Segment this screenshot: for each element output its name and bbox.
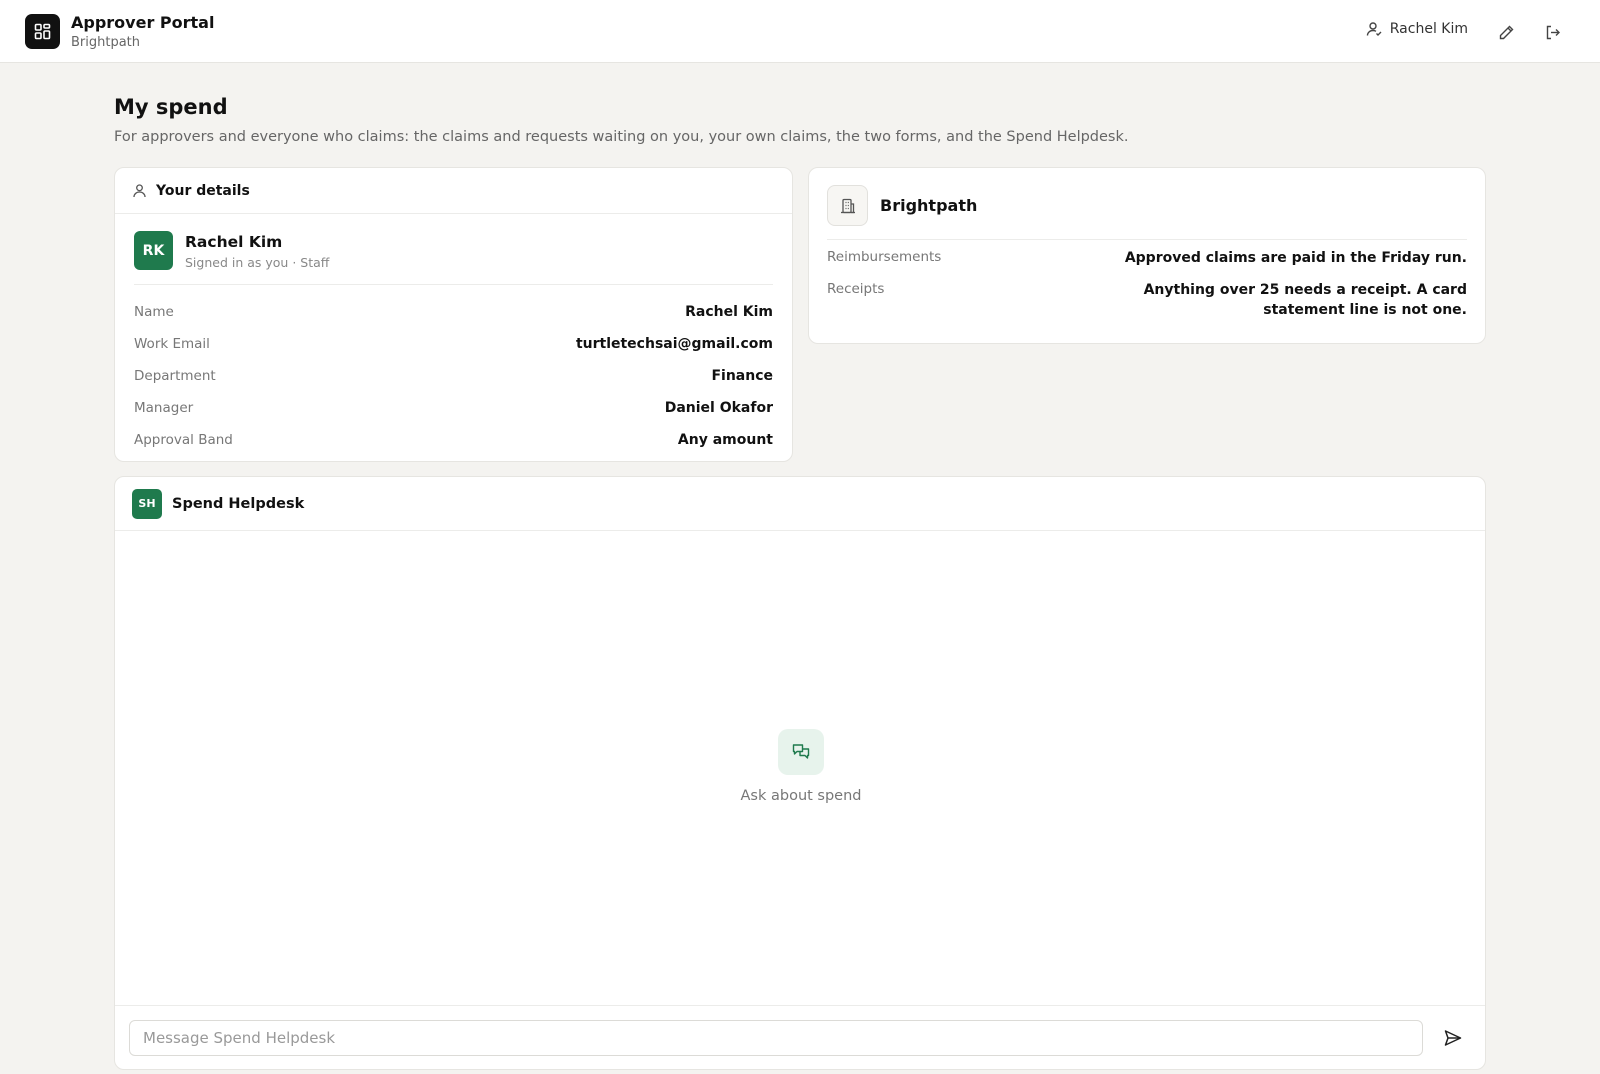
spend-helpdesk-panel: SH Spend Helpdesk Ask about spend (114, 476, 1486, 1070)
user-icon (1366, 22, 1382, 36)
detail-row-email: Work Email turtletechsai@gmail.com (134, 334, 773, 354)
detail-row-department: Department Finance (134, 366, 773, 386)
user-name: Rachel Kim (1389, 21, 1468, 37)
helpdesk-title: Spend Helpdesk (172, 495, 305, 512)
detail-row-approval-band: Approval Band Any amount (134, 430, 773, 450)
message-composer (115, 1005, 1485, 1069)
policy-value: Anything over 25 needs a receipt. A card… (1143, 282, 1467, 318)
detail-value: turtletechsai@gmail.com (575, 336, 773, 352)
helpdesk-badge: SH (132, 488, 162, 519)
page-title: My spend (114, 95, 228, 119)
avatar: RK (134, 231, 173, 270)
org-subtitle: Brightpath (71, 35, 141, 50)
logout-icon (1546, 25, 1560, 39)
grid-icon (34, 23, 51, 40)
details-heading: Your details (156, 182, 250, 199)
app-title: Approver Portal (71, 13, 215, 32)
policy-label: Receipts (827, 281, 885, 297)
detail-label: Name (134, 304, 174, 320)
person-icon (133, 184, 146, 198)
policy-row-reimbursements: Reimbursements Approved claims are paid … (827, 248, 1467, 268)
page-description: For approvers and everyone who claims: t… (114, 129, 1129, 145)
org-card: Brightpath Reimbursements Approved claim… (808, 167, 1486, 344)
edit-button[interactable] (1495, 21, 1517, 43)
pencil-icon (1499, 25, 1513, 39)
policy-label: Reimbursements (827, 249, 942, 265)
detail-row-manager: Manager Daniel Okafor (134, 398, 773, 418)
detail-label: Work Email (134, 336, 210, 352)
policy-value: Approved claims are paid in the Friday r… (1124, 250, 1467, 266)
chat-icon-box (778, 729, 824, 775)
helpdesk-header: SH Spend Helpdesk (115, 477, 1485, 531)
building-icon (840, 198, 855, 213)
detail-label: Department (134, 368, 216, 384)
detail-value: Finance (711, 368, 773, 384)
divider (134, 284, 773, 285)
detail-value: Rachel Kim (685, 304, 773, 320)
policy-row-receipts: Receipts Anything over 25 needs a receip… (827, 280, 1467, 320)
logout-button[interactable] (1541, 21, 1563, 43)
send-icon (1444, 1030, 1462, 1046)
message-input[interactable] (129, 1020, 1423, 1056)
org-name: Brightpath (880, 196, 978, 215)
chat-bubbles-icon (792, 744, 810, 759)
empty-state-text: Ask about spend (740, 788, 862, 804)
detail-value: Any amount (677, 432, 773, 448)
send-button[interactable] (1441, 1026, 1465, 1050)
details-header: Your details (115, 168, 792, 214)
org-icon-box (827, 185, 868, 226)
user-menu[interactable]: Rachel Kim (1366, 21, 1468, 37)
top-bar: Approver Portal Brightpath Rachel Kim (0, 0, 1600, 63)
detail-row-name: Name Rachel Kim (134, 302, 773, 322)
divider (827, 239, 1467, 240)
app-logo[interactable] (25, 14, 60, 49)
detail-value: Daniel Okafor (664, 400, 773, 416)
detail-label: Approval Band (134, 432, 233, 448)
profile-role: Signed in as you · Staff (185, 255, 330, 270)
detail-label: Manager (134, 400, 194, 416)
your-details-card: Your details RK Rachel Kim Signed in as … (114, 167, 793, 462)
profile-name: Rachel Kim (185, 233, 283, 251)
